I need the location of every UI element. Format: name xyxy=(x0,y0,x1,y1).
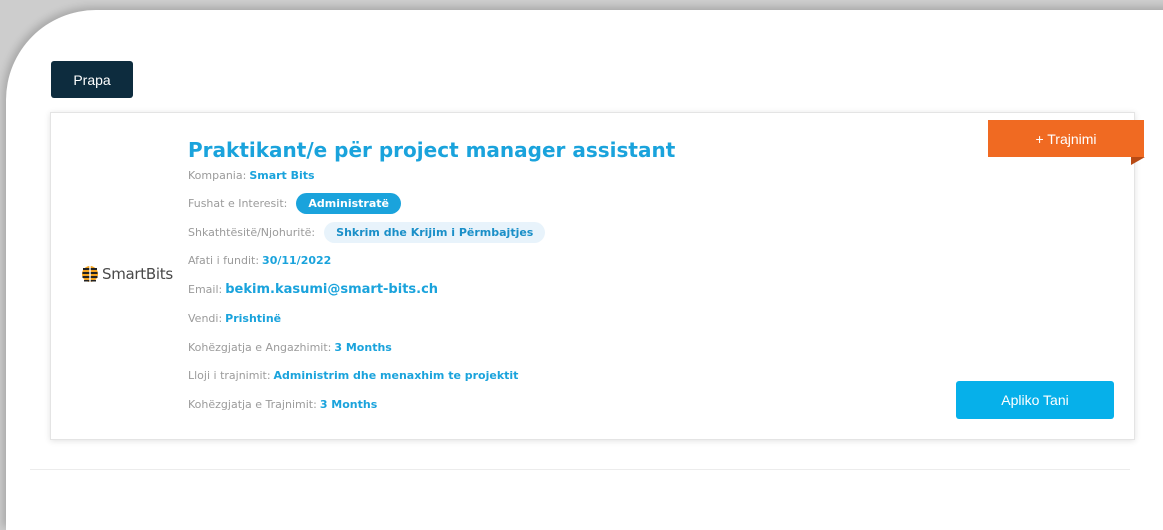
company-value[interactable]: Smart Bits xyxy=(249,169,314,182)
interest-label: Fushat e Interesit: xyxy=(188,197,288,210)
company-row: Kompania: Smart Bits xyxy=(188,169,315,182)
training-ribbon: + Trajnimi xyxy=(988,120,1144,157)
divider xyxy=(30,469,1130,470)
skills-label: Shkathtësitë/Njohuritë: xyxy=(188,226,316,239)
training-duration-row: Kohëzgjatja e Trajnimit: 3 Months xyxy=(188,398,377,411)
deadline-row: Afati i fundit: 30/11/2022 xyxy=(188,254,331,267)
apply-button[interactable]: Apliko Tani xyxy=(956,381,1114,419)
training-type-label: Lloji i trajnimit: xyxy=(188,369,271,382)
company-logo: SmartBits xyxy=(81,265,173,283)
location-row: Vendi: Prishtinë xyxy=(188,312,281,325)
deadline-value: 30/11/2022 xyxy=(262,254,332,267)
training-type-row: Lloji i trajnimit: Administrim dhe menax… xyxy=(188,369,518,382)
interest-chip[interactable]: Administratë xyxy=(296,193,401,214)
company-label: Kompania: xyxy=(188,169,247,182)
training-duration-value: 3 Months xyxy=(319,398,378,411)
engagement-value: 3 Months xyxy=(334,341,392,354)
company-logo-text: SmartBits xyxy=(102,265,173,283)
interest-row: Fushat e Interesit: Administratë xyxy=(188,193,401,214)
email-label: Email: xyxy=(188,283,223,296)
location-value: Prishtinë xyxy=(225,312,282,325)
ribbon-fold xyxy=(1131,157,1145,165)
training-type-value: Administrim dhe menaxhim te projektit xyxy=(273,369,519,382)
email-value[interactable]: bekim.kasumi@smart-bits.ch xyxy=(225,282,438,297)
engagement-label: Kohëzgjatja e Angazhimit: xyxy=(188,341,332,354)
training-duration-label: Kohëzgjatja e Trajnimit: xyxy=(188,398,317,411)
back-button[interactable]: Prapa xyxy=(51,61,133,98)
email-row: Email: bekim.kasumi@smart-bits.ch xyxy=(188,282,438,297)
job-card: SmartBits Praktikant/e për project manag… xyxy=(50,112,1135,440)
deadline-label: Afati i fundit: xyxy=(188,254,260,267)
job-title[interactable]: Praktikant/e për project manager assista… xyxy=(188,138,675,162)
engagement-row: Kohëzgjatja e Angazhimit: 3 Months xyxy=(188,341,392,354)
location-label: Vendi: xyxy=(188,312,223,325)
skills-row: Shkathtësitë/Njohuritë: Shkrim dhe Kriji… xyxy=(188,222,546,243)
skills-chip[interactable]: Shkrim dhe Krijim i Përmbajtjes xyxy=(324,222,546,243)
smartbits-logo-icon xyxy=(82,266,98,282)
